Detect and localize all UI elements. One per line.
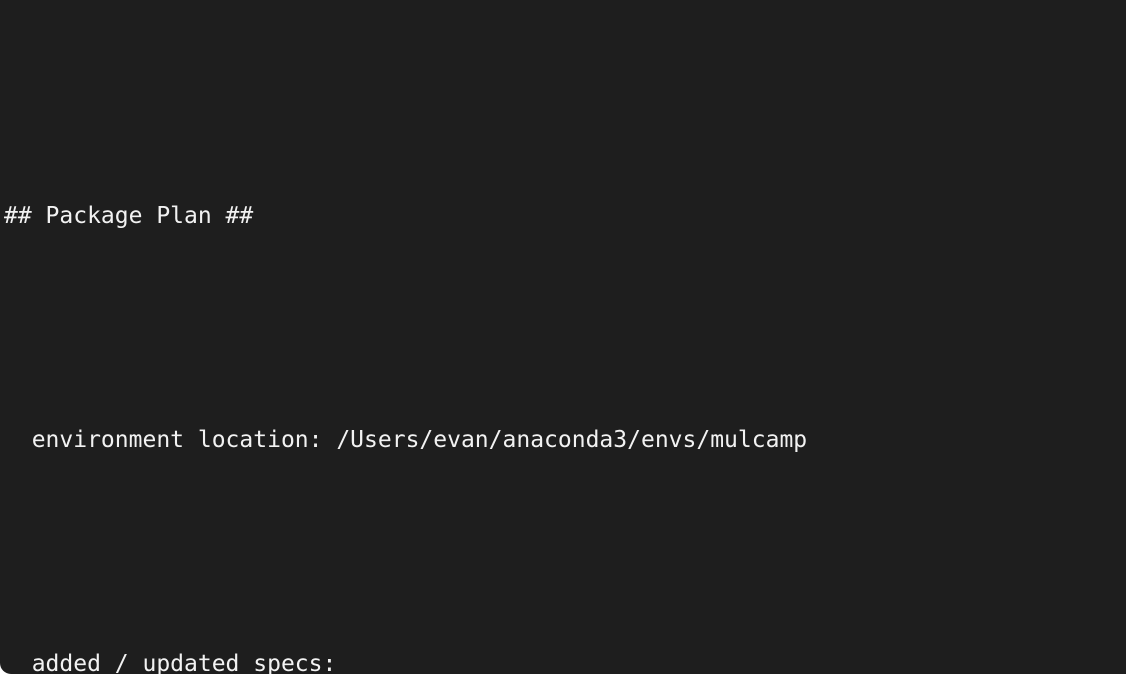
package-plan-header: ## Package Plan ##	[4, 203, 254, 229]
environment-location-line: environment location: /Users/evan/anacon…	[4, 427, 808, 453]
added-updated-specs-label: added / updated specs:	[4, 651, 337, 674]
terminal-output[interactable]: ## Package Plan ## environment location:…	[4, 6, 1122, 674]
terminal-window[interactable]: ## Package Plan ## environment location:…	[0, 0, 1126, 674]
